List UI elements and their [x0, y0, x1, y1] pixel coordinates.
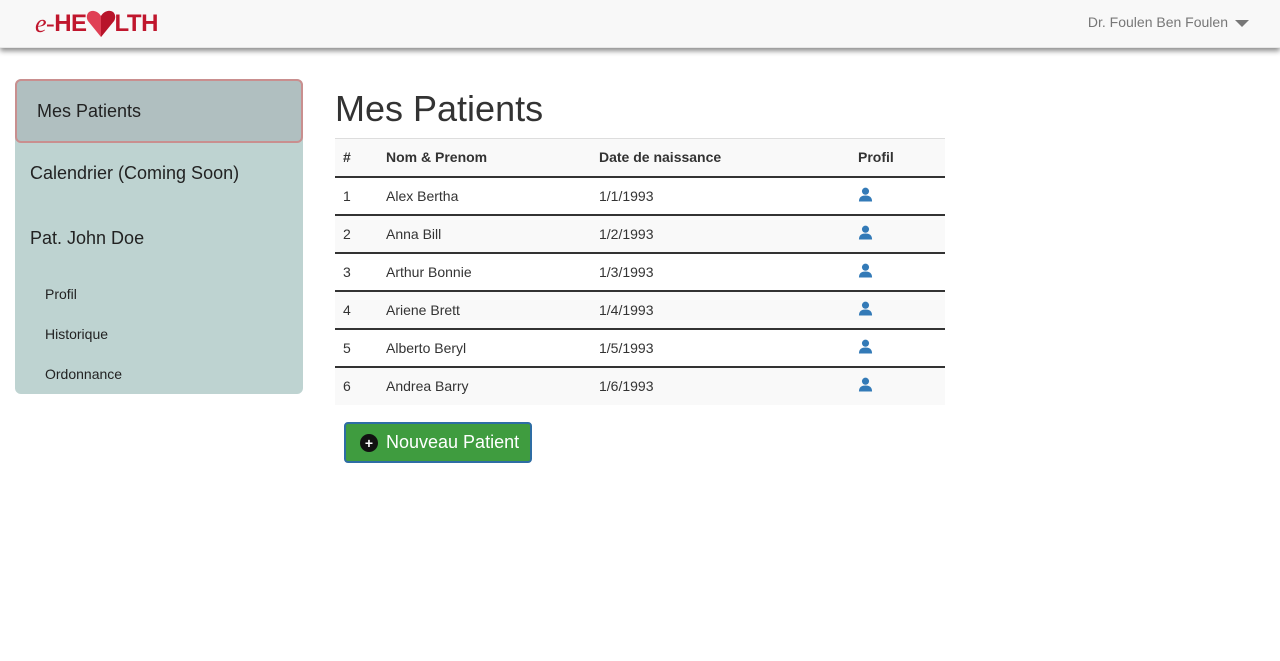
cell-number: 1 — [335, 176, 378, 216]
cell-name: Ariene Brett — [378, 290, 591, 330]
caret-down-icon — [1235, 19, 1249, 27]
table-header-row: # Nom & Prenom Date de naissance Profil — [335, 138, 945, 178]
cell-profil — [850, 176, 945, 216]
new-patient-label: Nouveau Patient — [386, 432, 520, 452]
cell-dob: 1/6/1993 — [591, 366, 850, 405]
cell-profil — [850, 328, 945, 368]
column-header-name: Nom & Prenom — [378, 138, 591, 178]
cell-number: 5 — [335, 328, 378, 368]
cell-profil — [850, 366, 945, 405]
brand-lth: LTH — [114, 10, 159, 37]
cell-profil — [850, 252, 945, 292]
page-title: Mes Patients — [335, 88, 544, 129]
sidebar-item-mes-patients[interactable]: Mes Patients — [15, 79, 303, 143]
cell-number: 2 — [335, 214, 378, 254]
cell-name: Anna Bill — [378, 214, 591, 254]
patients-table: # Nom & Prenom Date de naissance Profil … — [335, 138, 945, 405]
table-row: 5 Alberto Beryl 1/5/1993 — [335, 328, 945, 368]
cell-dob: 1/3/1993 — [591, 252, 850, 292]
user-icon[interactable] — [858, 339, 873, 357]
cell-profil — [850, 214, 945, 254]
table-row: 4 Ariene Brett 1/4/1993 — [335, 290, 945, 330]
cell-name: Alex Bertha — [378, 176, 591, 216]
cell-number: 4 — [335, 290, 378, 330]
cell-name: Alberto Beryl — [378, 328, 591, 368]
table-row: 3 Arthur Bonnie 1/3/1993 — [335, 252, 945, 292]
new-patient-button[interactable]: + Nouveau Patient — [344, 422, 532, 463]
brand-e: e- — [35, 9, 55, 38]
cell-dob: 1/1/1993 — [591, 176, 850, 216]
sidebar: Mes Patients Calendrier (Coming Soon) Pa… — [15, 79, 303, 394]
cell-profil — [850, 290, 945, 330]
table-row: 6 Andrea Barry 1/6/1993 — [335, 366, 945, 405]
cell-dob: 1/4/1993 — [591, 290, 850, 330]
table-row: 1 Alex Bertha 1/1/1993 — [335, 176, 945, 216]
user-icon[interactable] — [858, 225, 873, 243]
brand-logo[interactable]: e- HE LTH — [35, 7, 158, 41]
cell-number: 3 — [335, 252, 378, 292]
table-row: 2 Anna Bill 1/2/1993 — [335, 214, 945, 254]
user-icon[interactable] — [858, 263, 873, 281]
column-header-profil: Profil — [850, 138, 945, 178]
brand-he: HE — [54, 10, 87, 37]
user-name: Dr. Foulen Ben Foulen — [1087, 14, 1228, 30]
sidebar-item-label: Mes Patients — [37, 100, 142, 121]
cell-dob: 1/5/1993 — [591, 328, 850, 368]
sidebar-item-calendrier[interactable]: Calendrier (Coming Soon) — [30, 163, 239, 184]
user-icon[interactable] — [858, 187, 873, 205]
heart-icon — [86, 10, 115, 37]
sidebar-subitem-ordonnance[interactable]: Ordonnance — [45, 366, 122, 382]
user-icon[interactable] — [858, 377, 873, 395]
column-header-number: # — [335, 138, 378, 178]
user-icon[interactable] — [858, 301, 873, 319]
cell-dob: 1/2/1993 — [591, 214, 850, 254]
cell-name: Arthur Bonnie — [378, 252, 591, 292]
column-header-dob: Date de naissance — [591, 138, 850, 178]
top-navbar: e- HE LTH Dr. Foulen Ben Foulen — [0, 0, 1280, 48]
plus-circle-icon: + — [360, 433, 378, 452]
cell-name: Andrea Barry — [378, 366, 591, 405]
user-dropdown[interactable]: Dr. Foulen Ben Foulen — [1088, 14, 1249, 30]
sidebar-item-patient[interactable]: Pat. John Doe — [30, 228, 144, 249]
cell-number: 6 — [335, 366, 378, 405]
sidebar-subitem-profil[interactable]: Profil — [45, 286, 77, 302]
sidebar-subitem-historique[interactable]: Historique — [45, 326, 108, 342]
